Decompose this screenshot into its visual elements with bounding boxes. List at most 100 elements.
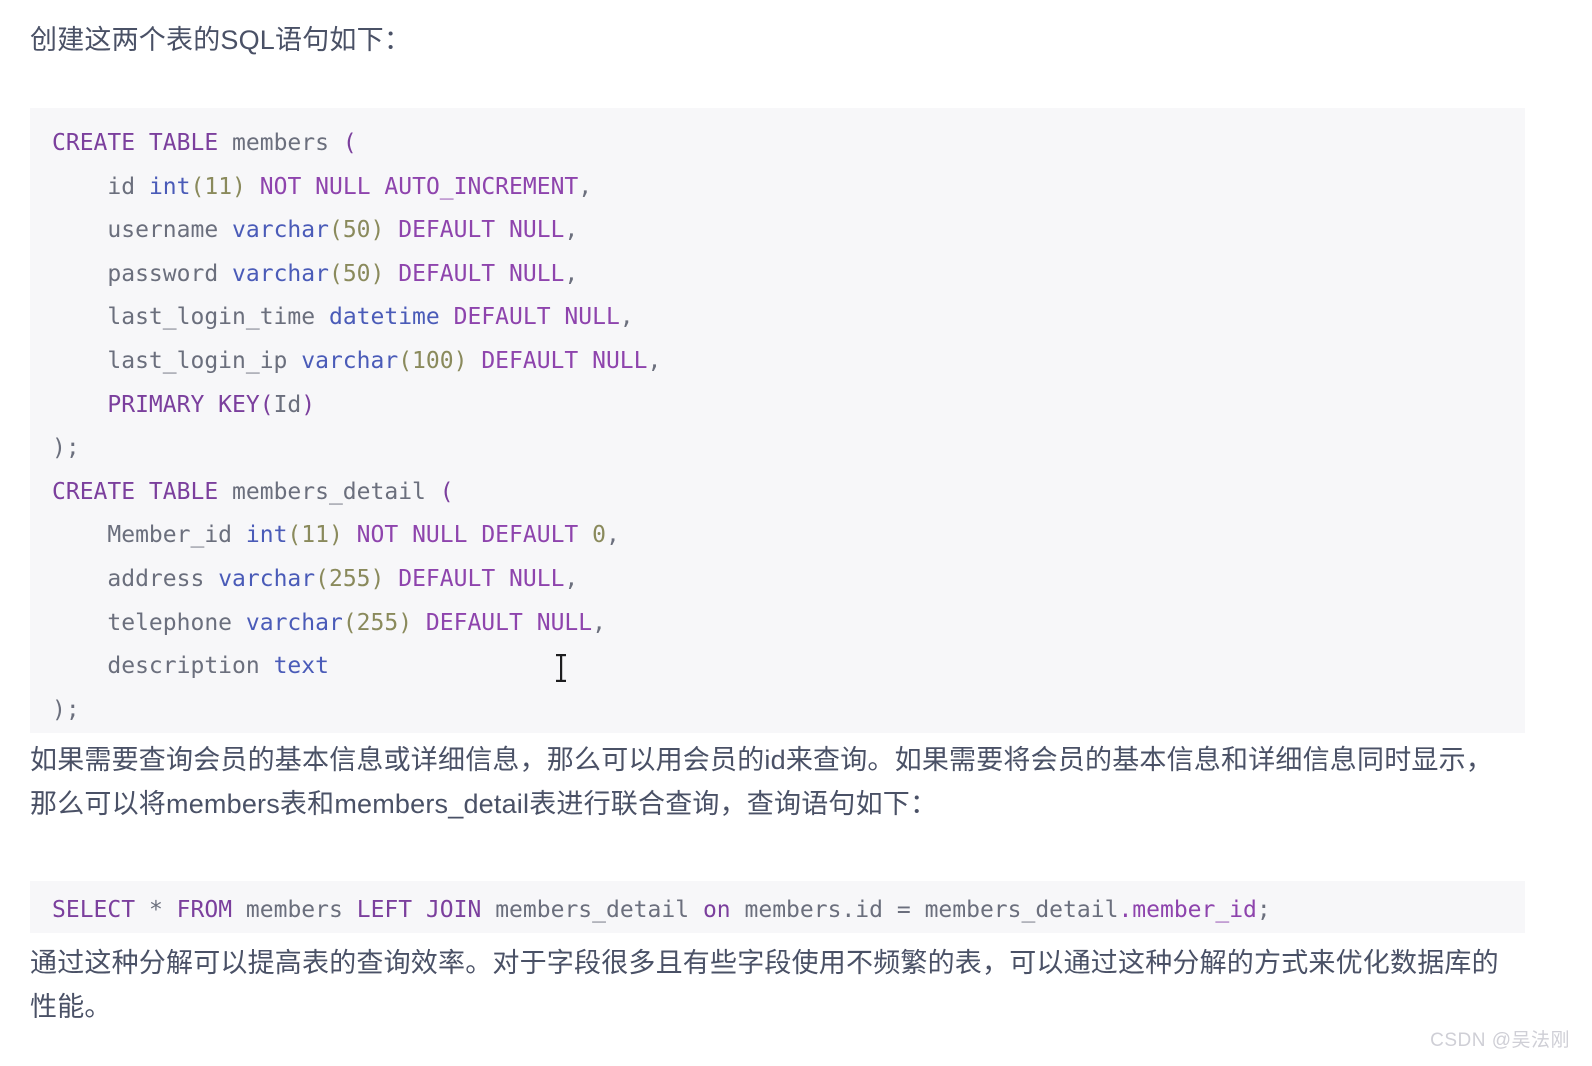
create-table-code-block[interactable]: CREATE TABLE members ( id int(11) NOT NU… — [30, 108, 1525, 733]
token-null: NULL — [412, 522, 468, 549]
token-key-column: Id — [273, 391, 302, 418]
code-line: CREATE TABLE members ( — [52, 122, 1525, 166]
token-column-username: username — [107, 217, 219, 244]
token-type-varchar: varchar — [232, 260, 329, 287]
token-len-11: (11) — [287, 522, 343, 549]
token-left-column: members.id — [744, 897, 883, 923]
token-comma: , — [564, 565, 579, 592]
token-open-paren: ( — [342, 130, 357, 156]
token-right-table: members_detail — [924, 897, 1119, 923]
token-select: SELECT — [52, 897, 136, 923]
token-len-255: (255) — [315, 565, 385, 592]
token-column-last-login-ip: last_login_ip — [107, 347, 288, 374]
token-comma: , — [647, 347, 662, 374]
token-type-varchar: varchar — [245, 609, 343, 636]
token-null: NULL — [509, 565, 565, 592]
token-equals: = — [896, 897, 911, 923]
token-default: DEFAULT — [481, 522, 579, 549]
token-len-255: (255) — [342, 609, 413, 636]
token-close-paren: ) — [301, 391, 316, 418]
token-not: NOT — [356, 522, 399, 549]
token-type-int: int — [245, 522, 288, 549]
token-null: NULL — [509, 217, 565, 244]
token-close-paren: ) — [52, 435, 66, 462]
token-column-password: password — [107, 260, 219, 287]
code-line: telephone varchar(255) DEFAULT NULL, — [52, 602, 1525, 646]
token-null: NULL — [509, 260, 565, 287]
token-default: DEFAULT — [398, 260, 496, 287]
token-open-paren: ( — [259, 391, 274, 418]
token-open-paren: ( — [439, 478, 454, 505]
code-line: ); — [52, 427, 1525, 471]
token-join-table: members_detail — [495, 897, 690, 923]
token-len-100: (100) — [398, 347, 468, 374]
token-on: on — [702, 897, 731, 923]
token-type-varchar: varchar — [218, 565, 316, 592]
document-page: 创建这两个表的SQL语句如下： CREATE TABLE members ( i… — [0, 0, 1592, 1066]
code-line: id int(11) NOT NULL AUTO_INCREMENT, — [52, 166, 1525, 210]
token-column-telephone: telephone — [107, 609, 233, 636]
token-table-name: members_detail — [232, 478, 426, 505]
token-type-varchar: varchar — [301, 347, 399, 374]
code-line: username varchar(50) DEFAULT NULL, — [52, 209, 1525, 253]
token-comma: , — [578, 173, 593, 200]
token-auto-increment: AUTO_INCREMENT — [384, 173, 579, 200]
token-column-description: description — [107, 653, 260, 680]
token-column-address: address — [107, 565, 205, 592]
token-semicolon: ; — [65, 696, 80, 723]
token-close-paren: ) — [52, 696, 66, 723]
token-create-table: CREATE TABLE — [52, 478, 219, 505]
token-table-name: members — [232, 130, 329, 156]
token-not: NOT — [259, 173, 302, 200]
token-null: NULL — [536, 609, 593, 636]
token-default: DEFAULT — [425, 609, 523, 636]
token-null: NULL — [315, 173, 371, 200]
token-zero: 0 — [592, 522, 606, 549]
token-len-50: (50) — [328, 217, 385, 244]
token-default: DEFAULT — [453, 304, 551, 331]
token-right-column: .member_id — [1118, 897, 1257, 923]
csdn-watermark: CSDN @吴法刚 — [1430, 1030, 1570, 1051]
token-semicolon: ; — [1256, 897, 1271, 923]
code-line: description text — [52, 645, 1525, 689]
token-comma: , — [605, 522, 620, 549]
code-line: password varchar(50) DEFAULT NULL, — [52, 253, 1525, 297]
code-line: last_login_ip varchar(100) DEFAULT NULL, — [52, 340, 1525, 384]
token-comma: , — [592, 609, 606, 636]
token-default: DEFAULT — [481, 347, 579, 374]
token-star: * — [148, 897, 163, 923]
intro-paragraph: 创建这两个表的SQL语句如下： — [30, 25, 412, 55]
token-null: NULL — [564, 304, 620, 331]
code-line: ); — [52, 689, 1525, 733]
select-join-code-block[interactable]: SELECT * FROM members LEFT JOIN members_… — [30, 881, 1525, 933]
token-column-member-id: Member_id — [107, 522, 233, 549]
token-semicolon: ; — [65, 435, 80, 462]
token-type-int: int — [148, 173, 191, 200]
code-line: SELECT * FROM members LEFT JOIN members_… — [52, 889, 1525, 933]
token-comma: , — [619, 304, 634, 331]
token-type-datetime: datetime — [328, 304, 440, 331]
token-primary-key: PRIMARY KEY — [107, 391, 260, 418]
token-default: DEFAULT — [398, 217, 496, 244]
code-line: last_login_time datetime DEFAULT NULL, — [52, 296, 1525, 340]
token-left-join: LEFT JOIN — [356, 897, 482, 923]
middle-paragraph: 如果需要查询会员的基本信息或详细信息，那么可以用会员的id来查询。如果需要将会员… — [30, 745, 1494, 819]
code-line: PRIMARY KEY(Id) — [52, 384, 1525, 428]
token-column-last-login-time: last_login_time — [107, 304, 316, 331]
token-from: FROM — [176, 897, 233, 923]
token-comma: , — [564, 260, 579, 287]
token-comma: , — [564, 217, 579, 244]
code-line: address varchar(255) DEFAULT NULL, — [52, 558, 1525, 602]
code-line: CREATE TABLE members_detail ( — [52, 471, 1525, 515]
token-default: DEFAULT — [398, 565, 496, 592]
